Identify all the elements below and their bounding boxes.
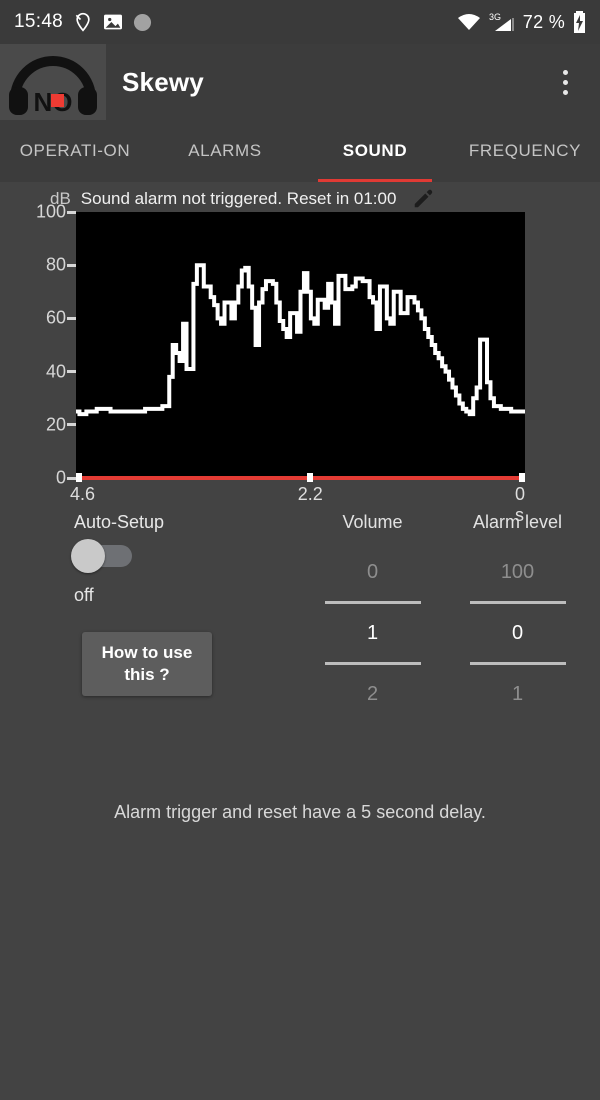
app-screen: 15:48 3G 72 % Skewy OPERATI-ON ALARMS SO…: [0, 0, 600, 1100]
headphones-no-logo-icon: NO: [9, 56, 97, 115]
volume-picker[interactable]: 0 1 2: [300, 552, 445, 714]
tab-sound[interactable]: SOUND: [300, 120, 450, 182]
chart-x-axis: 4.6 2.2 0 s: [70, 484, 525, 525]
auto-setup-state-label: off: [74, 585, 94, 605]
status-bar-left: 15:48: [14, 11, 152, 33]
tab-operation[interactable]: OPERATI-ON: [0, 120, 150, 182]
pencil-icon[interactable]: [412, 188, 434, 210]
battery-percent-label: 72 %: [522, 11, 565, 32]
volume-previous-value[interactable]: 0: [367, 552, 378, 592]
x-axis-tick: 2.2: [297, 484, 323, 504]
alarm-status-text: Sound alarm not triggered. Reset in 01:0…: [80, 189, 397, 208]
y-axis-tick: 20: [45, 414, 66, 435]
how-to-use-button[interactable]: How to use this ?: [82, 632, 212, 697]
number-pickers: 0 1 2 100 0 1: [300, 552, 590, 714]
y-axis-tick: 60: [45, 307, 66, 328]
overflow-menu-icon[interactable]: [548, 60, 582, 104]
picker-divider-top: [324, 601, 421, 604]
x-axis-tick: 4.6: [70, 484, 96, 504]
status-bar-right: 3G 72 %: [457, 11, 586, 33]
circle-icon: [133, 13, 152, 32]
app-bar: NO Skewy: [0, 44, 600, 120]
chart-x-tickmarks: [76, 473, 525, 482]
chart-y-axis: 100 80 60 40 20 0: [0, 202, 76, 488]
delay-footnote: Alarm trigger and reset have a 5 second …: [114, 802, 486, 822]
alarm-level-current-value[interactable]: 0: [512, 613, 523, 653]
page-title: Skewy: [122, 66, 204, 97]
x-axis-tickmark: [307, 473, 314, 482]
picker-divider-bottom: [324, 662, 421, 665]
x-axis-tickmark: [76, 473, 82, 482]
toggle-thumb: [71, 539, 105, 573]
y-axis-tick: 40: [45, 361, 66, 382]
tab-bar: OPERATI-ON ALARMS SOUND FREQUENCY: [0, 120, 600, 182]
chart-header: dB Sound alarm not triggered. Reset in 0…: [0, 182, 600, 212]
picker-headers: Volume Alarm level: [300, 512, 590, 533]
svg-text:3G: 3G: [489, 12, 501, 22]
volume-current-value[interactable]: 1: [367, 613, 378, 653]
status-bar-clock: 15:48: [14, 11, 64, 32]
battery-charging-icon: [573, 11, 586, 33]
location-icon: [73, 12, 93, 32]
alarm-level-header: Alarm level: [472, 512, 563, 532]
wifi-icon: [457, 13, 481, 31]
image-icon: [103, 13, 123, 31]
chart-plot-area: [76, 212, 525, 478]
alarm-level-picker[interactable]: 100 0 1: [445, 552, 590, 714]
cellular-signal-icon: 3G: [489, 12, 515, 32]
alarm-level-previous-value[interactable]: 100: [501, 552, 534, 592]
y-axis-tick: 100: [35, 201, 66, 222]
auto-setup-toggle[interactable]: [71, 539, 132, 573]
alarm-level-next-value[interactable]: 1: [512, 674, 523, 714]
volume-next-value[interactable]: 2: [367, 674, 378, 714]
sound-level-chart: 100 80 60 40 20 0 4.6 2.2 0 s: [0, 202, 600, 525]
auto-setup-block: Auto-Setup off: [71, 512, 294, 606]
picker-divider-bottom: [469, 662, 566, 665]
picker-divider-top: [469, 601, 566, 604]
x-axis-tickmark: [519, 473, 525, 482]
y-axis-tick: 80: [45, 254, 66, 275]
tab-frequency[interactable]: FREQUENCY: [450, 120, 600, 182]
auto-setup-label: Auto-Setup: [74, 512, 165, 532]
waveform-trace: [76, 212, 525, 478]
y-axis-tick: 0: [55, 467, 66, 488]
volume-header: Volume: [342, 512, 403, 532]
tab-alarms[interactable]: ALARMS: [150, 120, 300, 182]
status-bar: 15:48 3G 72 %: [0, 0, 600, 44]
app-logo: NO: [0, 44, 106, 120]
